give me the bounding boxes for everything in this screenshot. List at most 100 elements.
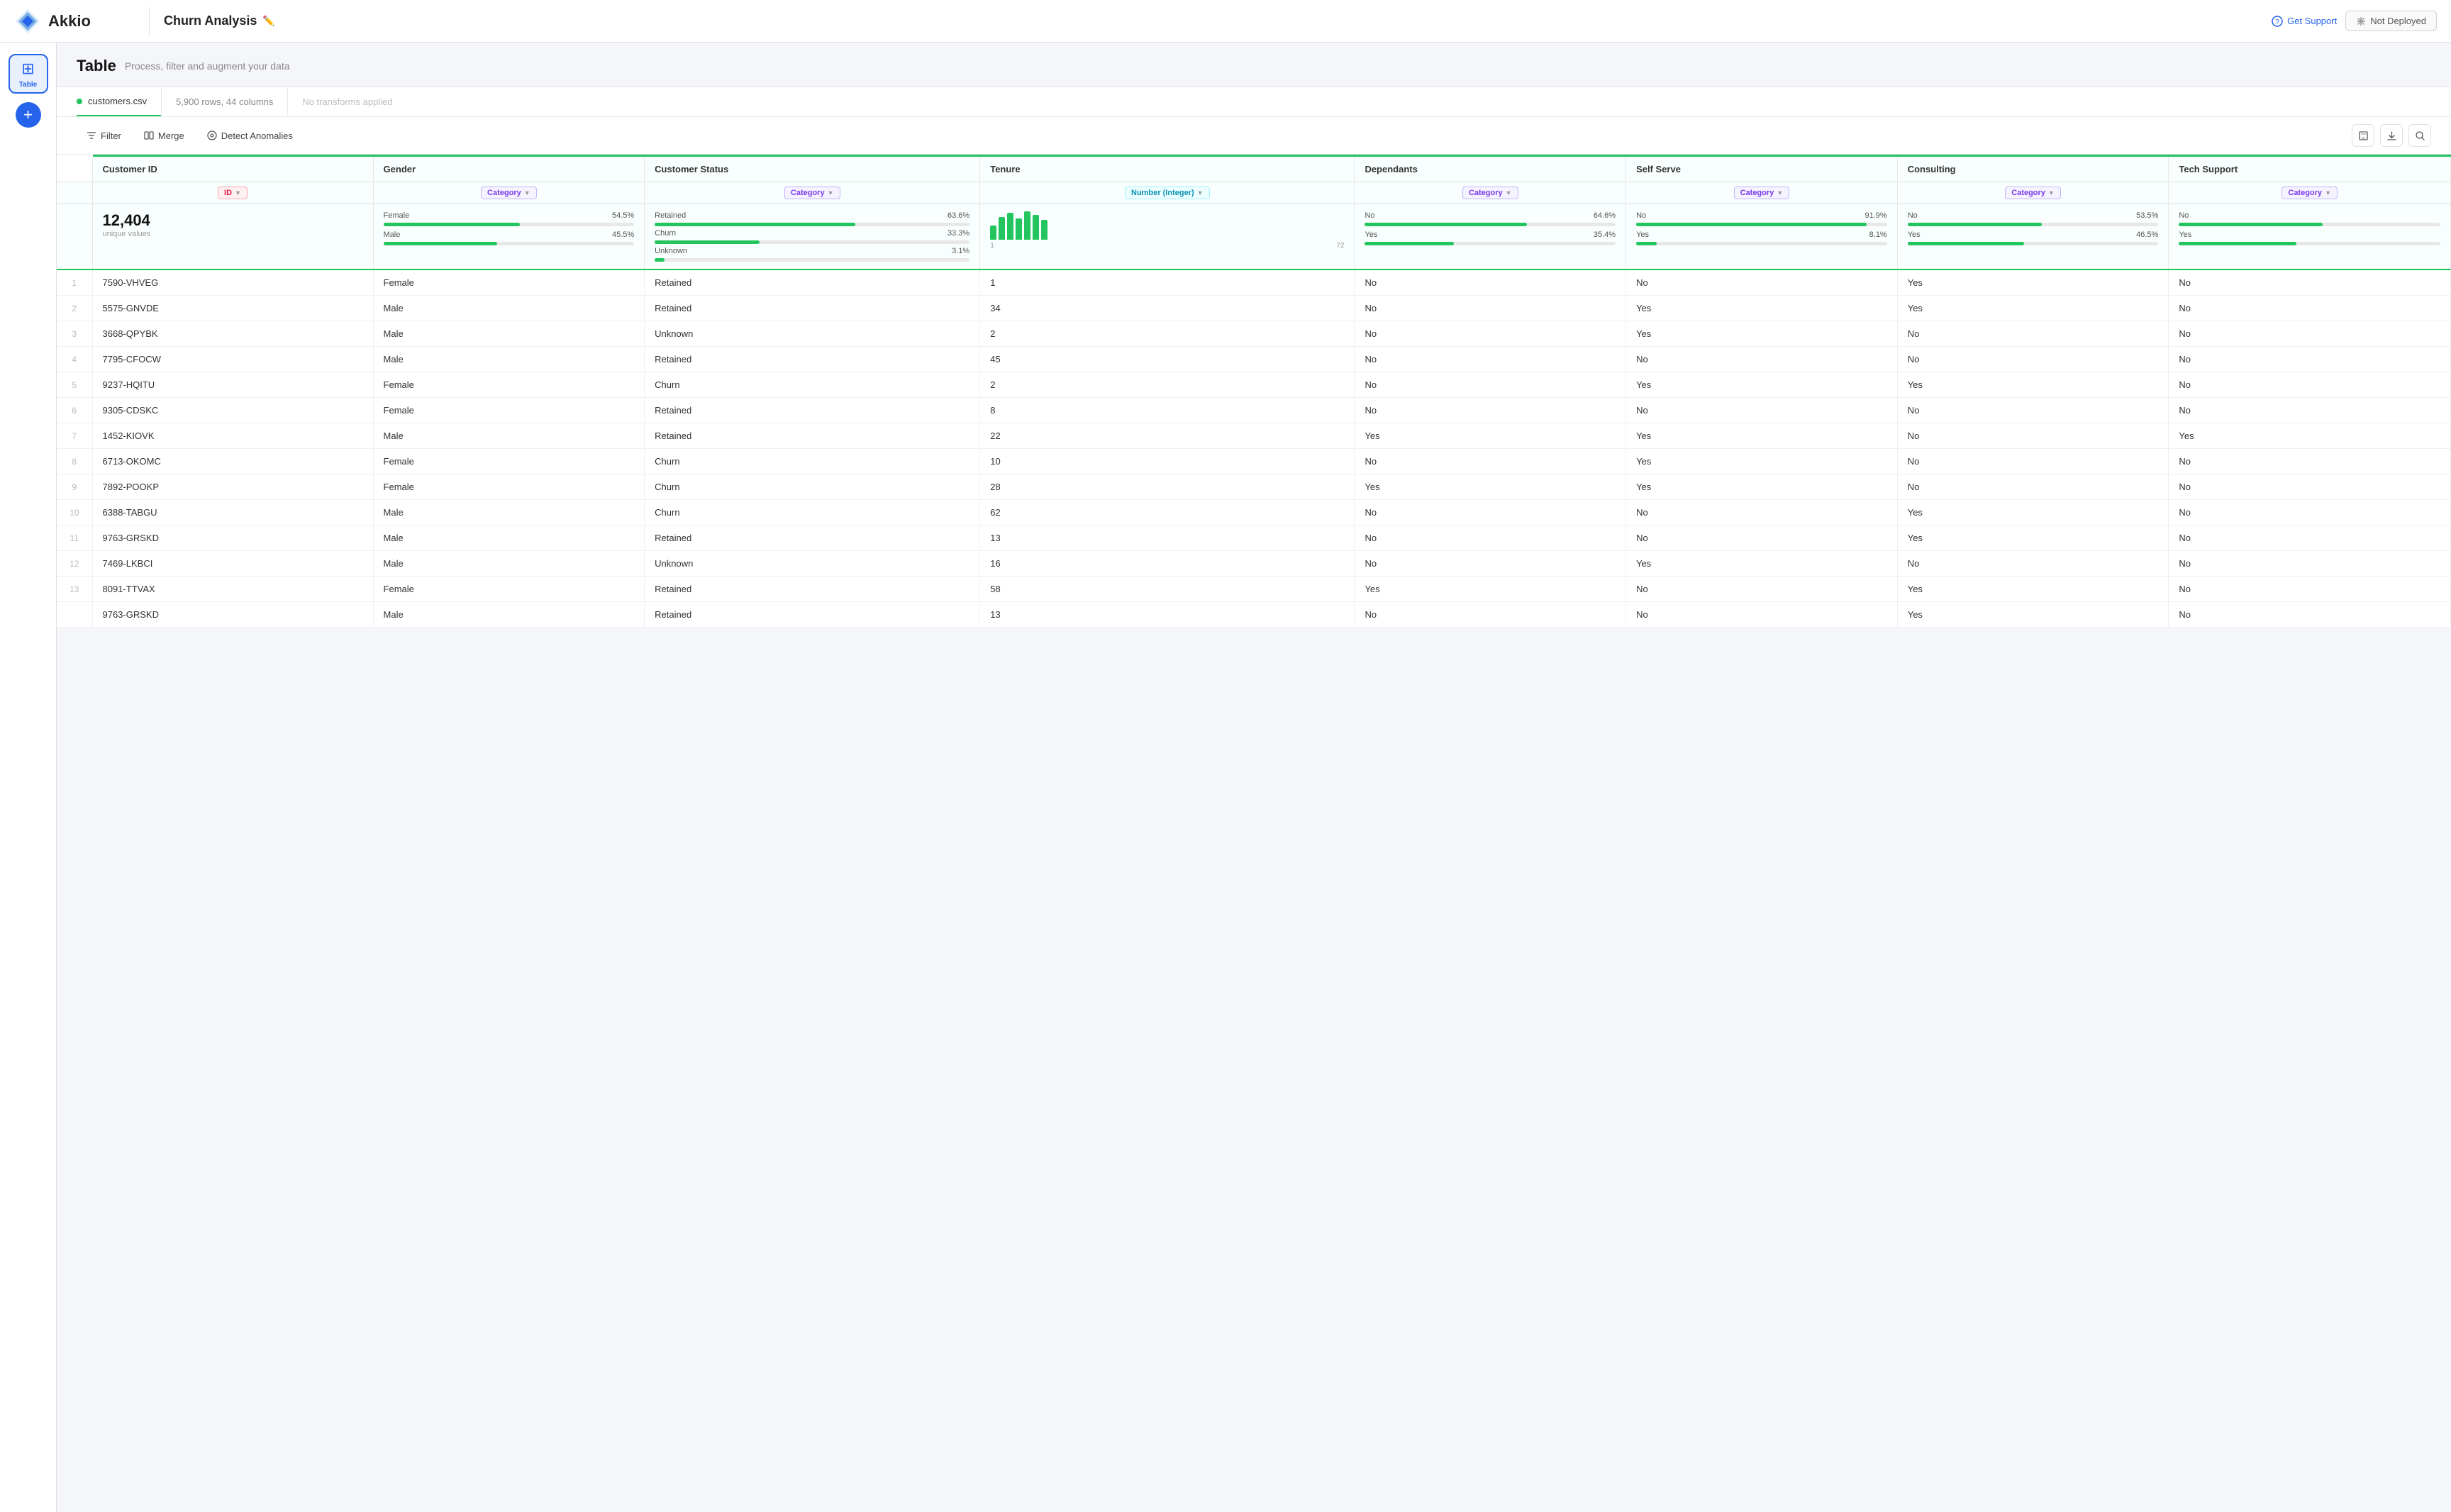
edit-icon[interactable]: ✏️ [262,15,274,27]
table-row[interactable]: 5 9237-HQITU Female Churn 2 No Yes Yes N… [57,372,2451,398]
col-header-dependants[interactable]: Dependants [1355,156,1626,182]
cell-gender: Male [373,500,645,526]
type-badge-status[interactable]: Category ▼ [784,187,840,199]
stats-tech-support: No Yes [2169,204,2451,270]
row-number: 8 [57,449,92,474]
project-title-text: Churn Analysis [164,13,257,28]
cell-dependants: No [1355,269,1626,296]
cell-self-serve: No [1626,269,1898,296]
table-row[interactable]: 1 7590-VHVEG Female Retained 1 No No Yes… [57,269,2451,296]
cell-dependants: No [1355,449,1626,474]
cell-status: Retained [645,577,980,602]
type-cell-dependants[interactable]: Category ▼ [1355,182,1626,204]
svg-text:?: ? [2275,18,2279,26]
table-row[interactable]: 2 5575-GNVDE Male Retained 34 No Yes Yes… [57,296,2451,321]
type-badge-gender[interactable]: Category ▼ [481,187,537,199]
type-badge-consulting[interactable]: Category ▼ [2005,187,2061,199]
logo-text: Akkio [48,12,91,30]
search-icon-button[interactable] [2408,124,2431,147]
toolbar-right [2352,124,2431,147]
col-header-gender[interactable]: Gender [373,156,645,182]
row-number: 13 [57,577,92,602]
unique-count: 12,404 [103,211,363,230]
type-cell-gender[interactable]: Category ▼ [373,182,645,204]
sidebar-table-label: Table [19,81,37,89]
merge-button[interactable]: Merge [134,126,194,145]
stats-customer-status: Retained 63.6% Churn 33.3% Unknown 3.1% [645,204,980,270]
sidebar-item-table[interactable]: ⊞ Table [9,54,48,94]
type-cell-customer-status[interactable]: Category ▼ [645,182,980,204]
row-number: 9 [57,474,92,500]
stat-row-ss-no: No 91.9% [1636,211,1887,220]
type-cell-self-serve[interactable]: Category ▼ [1626,182,1898,204]
col-header-customer-status[interactable]: Customer Status [645,156,980,182]
table-row[interactable]: 13 8091-TTVAX Female Retained 58 Yes No … [57,577,2451,602]
file-name: customers.csv [88,96,147,106]
type-badge-tech-support[interactable]: Category ▼ [2282,187,2338,199]
type-badge-tenure[interactable]: Number (Integer) ▼ [1125,187,1210,199]
cell-dependants: No [1355,500,1626,526]
cell-customer-id: 9763-GRSKD [92,526,373,551]
cell-consulting: Yes [1897,296,2169,321]
cell-tenure: 10 [980,449,1355,474]
table-row[interactable]: 8 6713-OKOMC Female Churn 10 No Yes No N… [57,449,2451,474]
type-cell-tenure[interactable]: Number (Integer) ▼ [980,182,1355,204]
cell-tenure: 2 [980,372,1355,398]
row-number: 2 [57,296,92,321]
row-number: 6 [57,398,92,423]
stat-row-ss-yes: Yes 8.1% [1636,230,1887,239]
type-badge-id[interactable]: ID ▼ [218,187,248,199]
cell-dependants: No [1355,321,1626,347]
akkio-logo-icon [14,8,41,35]
col-header-tenure[interactable]: Tenure [980,156,1355,182]
stats-self-serve: No 91.9% Yes 8.1% [1626,204,1898,270]
type-badge-self-serve[interactable]: Category ▼ [1734,187,1790,199]
cell-consulting: No [1897,423,2169,449]
logo-area: Akkio [14,8,135,35]
filter-icon [87,130,96,140]
cell-dependants: No [1355,347,1626,372]
col-header-tech-support[interactable]: Tech Support [2169,156,2451,182]
cell-tech-support: No [2169,398,2451,423]
cell-self-serve: No [1626,526,1898,551]
cell-customer-id: 5575-GNVDE [92,296,373,321]
cell-tech-support: No [2169,474,2451,500]
table-row[interactable]: 4 7795-CFOCW Male Retained 45 No No No N… [57,347,2451,372]
table-row[interactable]: 10 6388-TABGU Male Churn 62 No No Yes No [57,500,2451,526]
get-support-button[interactable]: ? Get Support [2272,16,2337,27]
type-cell-customer-id[interactable]: ID ▼ [92,182,373,204]
add-node-button[interactable]: + [16,102,41,128]
detect-anomalies-button[interactable]: Detect Anomalies [197,126,303,145]
table-row[interactable]: 9763-GRSKD Male Retained 13 No No Yes No [57,602,2451,628]
table-row[interactable]: 3 3668-QPYBK Male Unknown 2 No Yes No No [57,321,2451,347]
save-icon [2358,130,2369,141]
cell-status: Churn [645,474,980,500]
download-icon-button[interactable] [2380,124,2403,147]
col-header-self-serve[interactable]: Self Serve [1626,156,1898,182]
cell-status: Retained [645,423,980,449]
table-row[interactable]: 12 7469-LKBCI Male Unknown 16 No Yes No … [57,551,2451,577]
col-header-consulting[interactable]: Consulting [1897,156,2169,182]
col-header-customer-id[interactable]: Customer ID [92,156,373,182]
table-row[interactable]: 9 7892-POOKP Female Churn 28 Yes Yes No … [57,474,2451,500]
table-row[interactable]: 11 9763-GRSKD Male Retained 13 No No Yes… [57,526,2451,551]
type-cell-consulting[interactable]: Category ▼ [1897,182,2169,204]
table-icon: ⊞ [21,60,34,78]
not-deployed-button[interactable]: Not Deployed [2345,11,2437,31]
file-tab[interactable]: customers.csv [77,87,161,116]
row-number: 11 [57,526,92,551]
filter-button[interactable]: Filter [77,126,131,145]
cell-customer-id: 8091-TTVAX [92,577,373,602]
table-row[interactable]: 7 1452-KIOVK Male Retained 22 Yes Yes No… [57,423,2451,449]
table-row[interactable]: 6 9305-CDSKC Female Retained 8 No No No … [57,398,2451,423]
cell-tenure: 1 [980,269,1355,296]
type-badge-dependants[interactable]: Category ▼ [1462,187,1518,199]
page-header: Table Process, filter and augment your d… [57,43,2451,87]
cell-gender: Female [373,577,645,602]
cell-self-serve: Yes [1626,474,1898,500]
cell-self-serve: No [1626,500,1898,526]
merge-icon [144,130,154,140]
row-number: 4 [57,347,92,372]
type-cell-tech-support[interactable]: Category ▼ [2169,182,2451,204]
save-icon-button[interactable] [2352,124,2374,147]
